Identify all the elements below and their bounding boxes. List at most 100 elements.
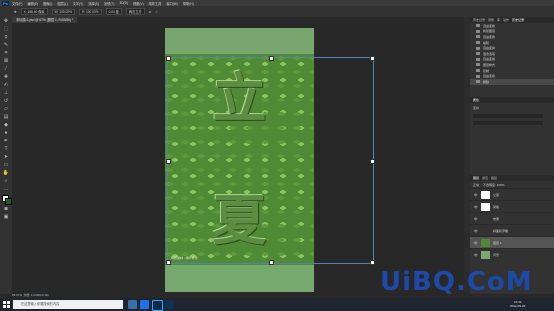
history-panel-tab[interactable]: 动作	[503, 18, 509, 22]
layer-thumbnail	[481, 190, 490, 199]
site-watermark-text: UiBQ.CoM	[380, 267, 533, 297]
layers-panel-tab[interactable]: 图层	[473, 176, 479, 180]
history-panel-tab[interactable]: 历史记录	[473, 18, 485, 22]
gradient-tool-icon[interactable]: ▤	[0, 113, 12, 121]
angle-field[interactable]: 0.00 度	[105, 8, 122, 15]
x-field[interactable]: X: 188.50 像素	[20, 8, 48, 15]
layer-row[interactable]: 👁 图层 1	[470, 236, 554, 248]
history-panel-tab[interactable]: 历史记录	[512, 18, 524, 22]
layers-panel-tab[interactable]: 通道	[482, 176, 488, 180]
transform-handle-tm[interactable]	[269, 56, 274, 61]
zoom-level[interactable]: 66.67%	[12, 293, 22, 297]
transform-handle-ml[interactable]	[166, 159, 171, 164]
document-tab[interactable]: 未标题-1.psd @ 67% (图层 1, RGB/8#) *	[12, 17, 78, 23]
layers-panel-tab[interactable]: 路径	[491, 176, 497, 180]
menu-item[interactable]: 图像(I)	[43, 1, 52, 6]
menu-item[interactable]: 选择(S)	[88, 1, 99, 6]
menu-item[interactable]: 文件(F)	[12, 1, 22, 6]
visibility-eye-icon[interactable]: 👁	[474, 241, 478, 245]
history-state-icon	[476, 29, 480, 33]
hand-tool-icon[interactable]: ✋	[0, 169, 12, 177]
blur-tool-icon[interactable]: ◆	[0, 121, 12, 129]
frame-tool-icon[interactable]: ⊠	[0, 57, 12, 65]
interpolation-select[interactable]: 两次立方	[125, 8, 145, 15]
menu-item[interactable]: 编辑(E)	[27, 1, 38, 6]
more-tools-icon[interactable]: …	[0, 185, 12, 193]
menu-item[interactable]: 窗口(W)	[166, 1, 178, 6]
menu-item[interactable]: 3D(D)	[119, 1, 128, 5]
visibility-eye-icon[interactable]: 👁	[474, 193, 478, 197]
dodge-tool-icon[interactable]: ●	[0, 129, 12, 137]
visibility-eye-icon[interactable]: 👁	[474, 229, 478, 233]
history-state-icon	[476, 63, 480, 67]
taskbar-clock: 16:33 2022-05-20	[510, 300, 525, 308]
layer-row[interactable]: 👁 效果	[470, 212, 554, 224]
history-state[interactable]: 删除	[470, 78, 554, 85]
opacity-field[interactable]: 不透明度: 100%	[483, 183, 504, 187]
eyedropper-tool-icon[interactable]: ⁄	[0, 65, 12, 73]
quick-select-tool-icon[interactable]: ✎	[0, 41, 12, 49]
blend-mode-select[interactable]: 正常	[473, 183, 479, 187]
path-select-icon[interactable]: ➤	[0, 153, 12, 161]
type-tool-icon[interactable]: T	[0, 145, 12, 153]
shape-tool-icon[interactable]: ▭	[0, 161, 12, 169]
layer-row[interactable]: 👁 立夏	[470, 188, 554, 200]
menu-item[interactable]: 滤镜(T)	[104, 1, 114, 6]
layer-name: 效果	[493, 216, 500, 221]
brush-tool-icon[interactable]: ✍	[0, 81, 12, 89]
properties-tab[interactable]: 属性	[473, 98, 479, 102]
visibility-eye-icon[interactable]: 👁	[474, 253, 478, 257]
transform-handle-bl[interactable]	[166, 260, 171, 265]
edge-browser-icon[interactable]	[140, 300, 149, 309]
marquee-tool-icon[interactable]: ⬚	[0, 25, 12, 33]
transform-bounding-box[interactable]	[166, 56, 375, 265]
transform-handle-mr[interactable]	[370, 159, 375, 164]
layer-row[interactable]: 👁 斜面和浮雕	[470, 224, 554, 236]
move-tool-icon[interactable]: ✥	[0, 17, 12, 25]
transform-handle-bm[interactable]	[269, 260, 274, 265]
visibility-eye-icon[interactable]: 👁	[474, 205, 478, 209]
task-view-icon[interactable]	[128, 300, 137, 309]
crop-tool-icon[interactable]: ⌗	[0, 49, 12, 57]
photoshop-taskbar-icon[interactable]	[152, 300, 163, 311]
menu-item[interactable]: 文字(Y)	[73, 1, 84, 6]
visibility-eye-icon[interactable]: 👁	[474, 217, 478, 221]
history-panel-tab[interactable]: 调整	[488, 18, 494, 22]
eraser-tool-icon[interactable]: ▱	[0, 105, 12, 113]
history-state-icon	[476, 69, 480, 73]
app-taskbar-icon[interactable]	[164, 300, 173, 309]
screen-mode-icon[interactable]: ▣	[0, 213, 12, 221]
properties-field[interactable]	[473, 114, 543, 118]
width-field[interactable]: W: 100.00%	[51, 8, 75, 15]
menu-item[interactable]: 帮助(H)	[183, 1, 194, 6]
layer-row[interactable]: 👁 蒙版	[470, 200, 554, 212]
history-state-icon	[476, 80, 480, 84]
height-field[interactable]: H: 100.00%	[78, 8, 102, 15]
healing-brush-icon[interactable]: ✚	[0, 73, 12, 81]
history-brush-icon[interactable]: ↺	[0, 97, 12, 105]
history-panel-tab[interactable]: 库	[497, 18, 500, 22]
pen-tool-icon[interactable]: ✒	[0, 137, 12, 145]
properties-label: 变换	[473, 106, 480, 110]
zoom-tool-icon[interactable]: ⌕	[0, 177, 12, 185]
menu-item[interactable]: 视图(V)	[133, 1, 144, 6]
menu-item[interactable]: 图层(L)	[57, 1, 67, 6]
move-tool-icon[interactable]: ✥	[14, 10, 17, 14]
menu-item[interactable]: 增效工具	[149, 1, 162, 6]
windows-start-icon[interactable]	[3, 301, 10, 308]
quick-mask-icon[interactable]: ◙	[0, 205, 12, 213]
taskbar-search-input[interactable]: 在这里输入你要搜索的内容	[13, 300, 123, 309]
transform-handle-tl[interactable]	[166, 56, 171, 61]
layer-row[interactable]: 👁 背景	[470, 248, 554, 260]
confirm-transform-button[interactable]: ✓	[155, 10, 158, 14]
history-state-label: 删除	[483, 79, 490, 84]
transform-handle-br[interactable]	[370, 260, 375, 265]
history-state-label: 复制	[483, 68, 490, 73]
cancel-transform-button[interactable]: ⊘	[149, 10, 152, 14]
lasso-tool-icon[interactable]: ϙ	[0, 33, 12, 41]
stamp-tool-icon[interactable]: ⊥	[0, 89, 12, 97]
transform-handle-tr[interactable]	[370, 56, 375, 61]
properties-field[interactable]	[473, 121, 543, 125]
color-swatches-icon[interactable]	[0, 193, 12, 205]
history-state-icon	[476, 35, 480, 39]
